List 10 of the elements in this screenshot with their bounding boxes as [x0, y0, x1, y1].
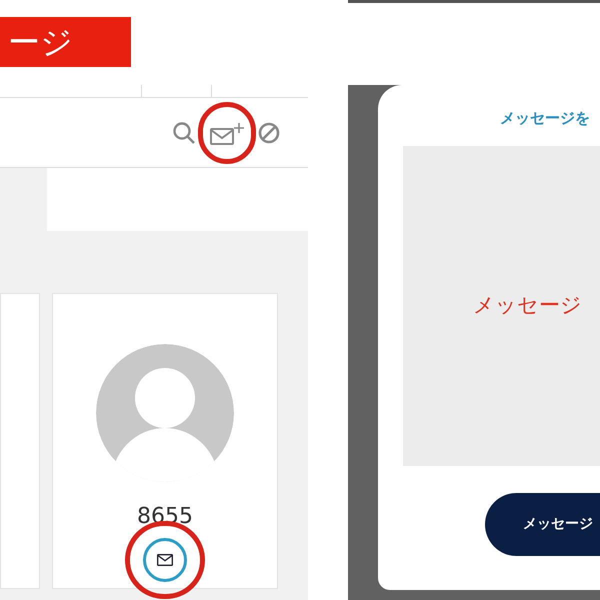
avatar-icon	[96, 344, 234, 482]
banner-title: ージ	[8, 26, 73, 58]
search-icon[interactable]	[172, 120, 196, 144]
dialog-title: メッセージを	[499, 108, 591, 129]
send-message-button[interactable]: メッセージ	[485, 492, 600, 556]
preview-text: メッセージ	[473, 292, 582, 319]
mail-icon	[157, 554, 173, 566]
mail-plus-icon[interactable]	[210, 120, 244, 144]
block-icon[interactable]	[258, 122, 280, 144]
message-button[interactable]	[143, 538, 187, 582]
